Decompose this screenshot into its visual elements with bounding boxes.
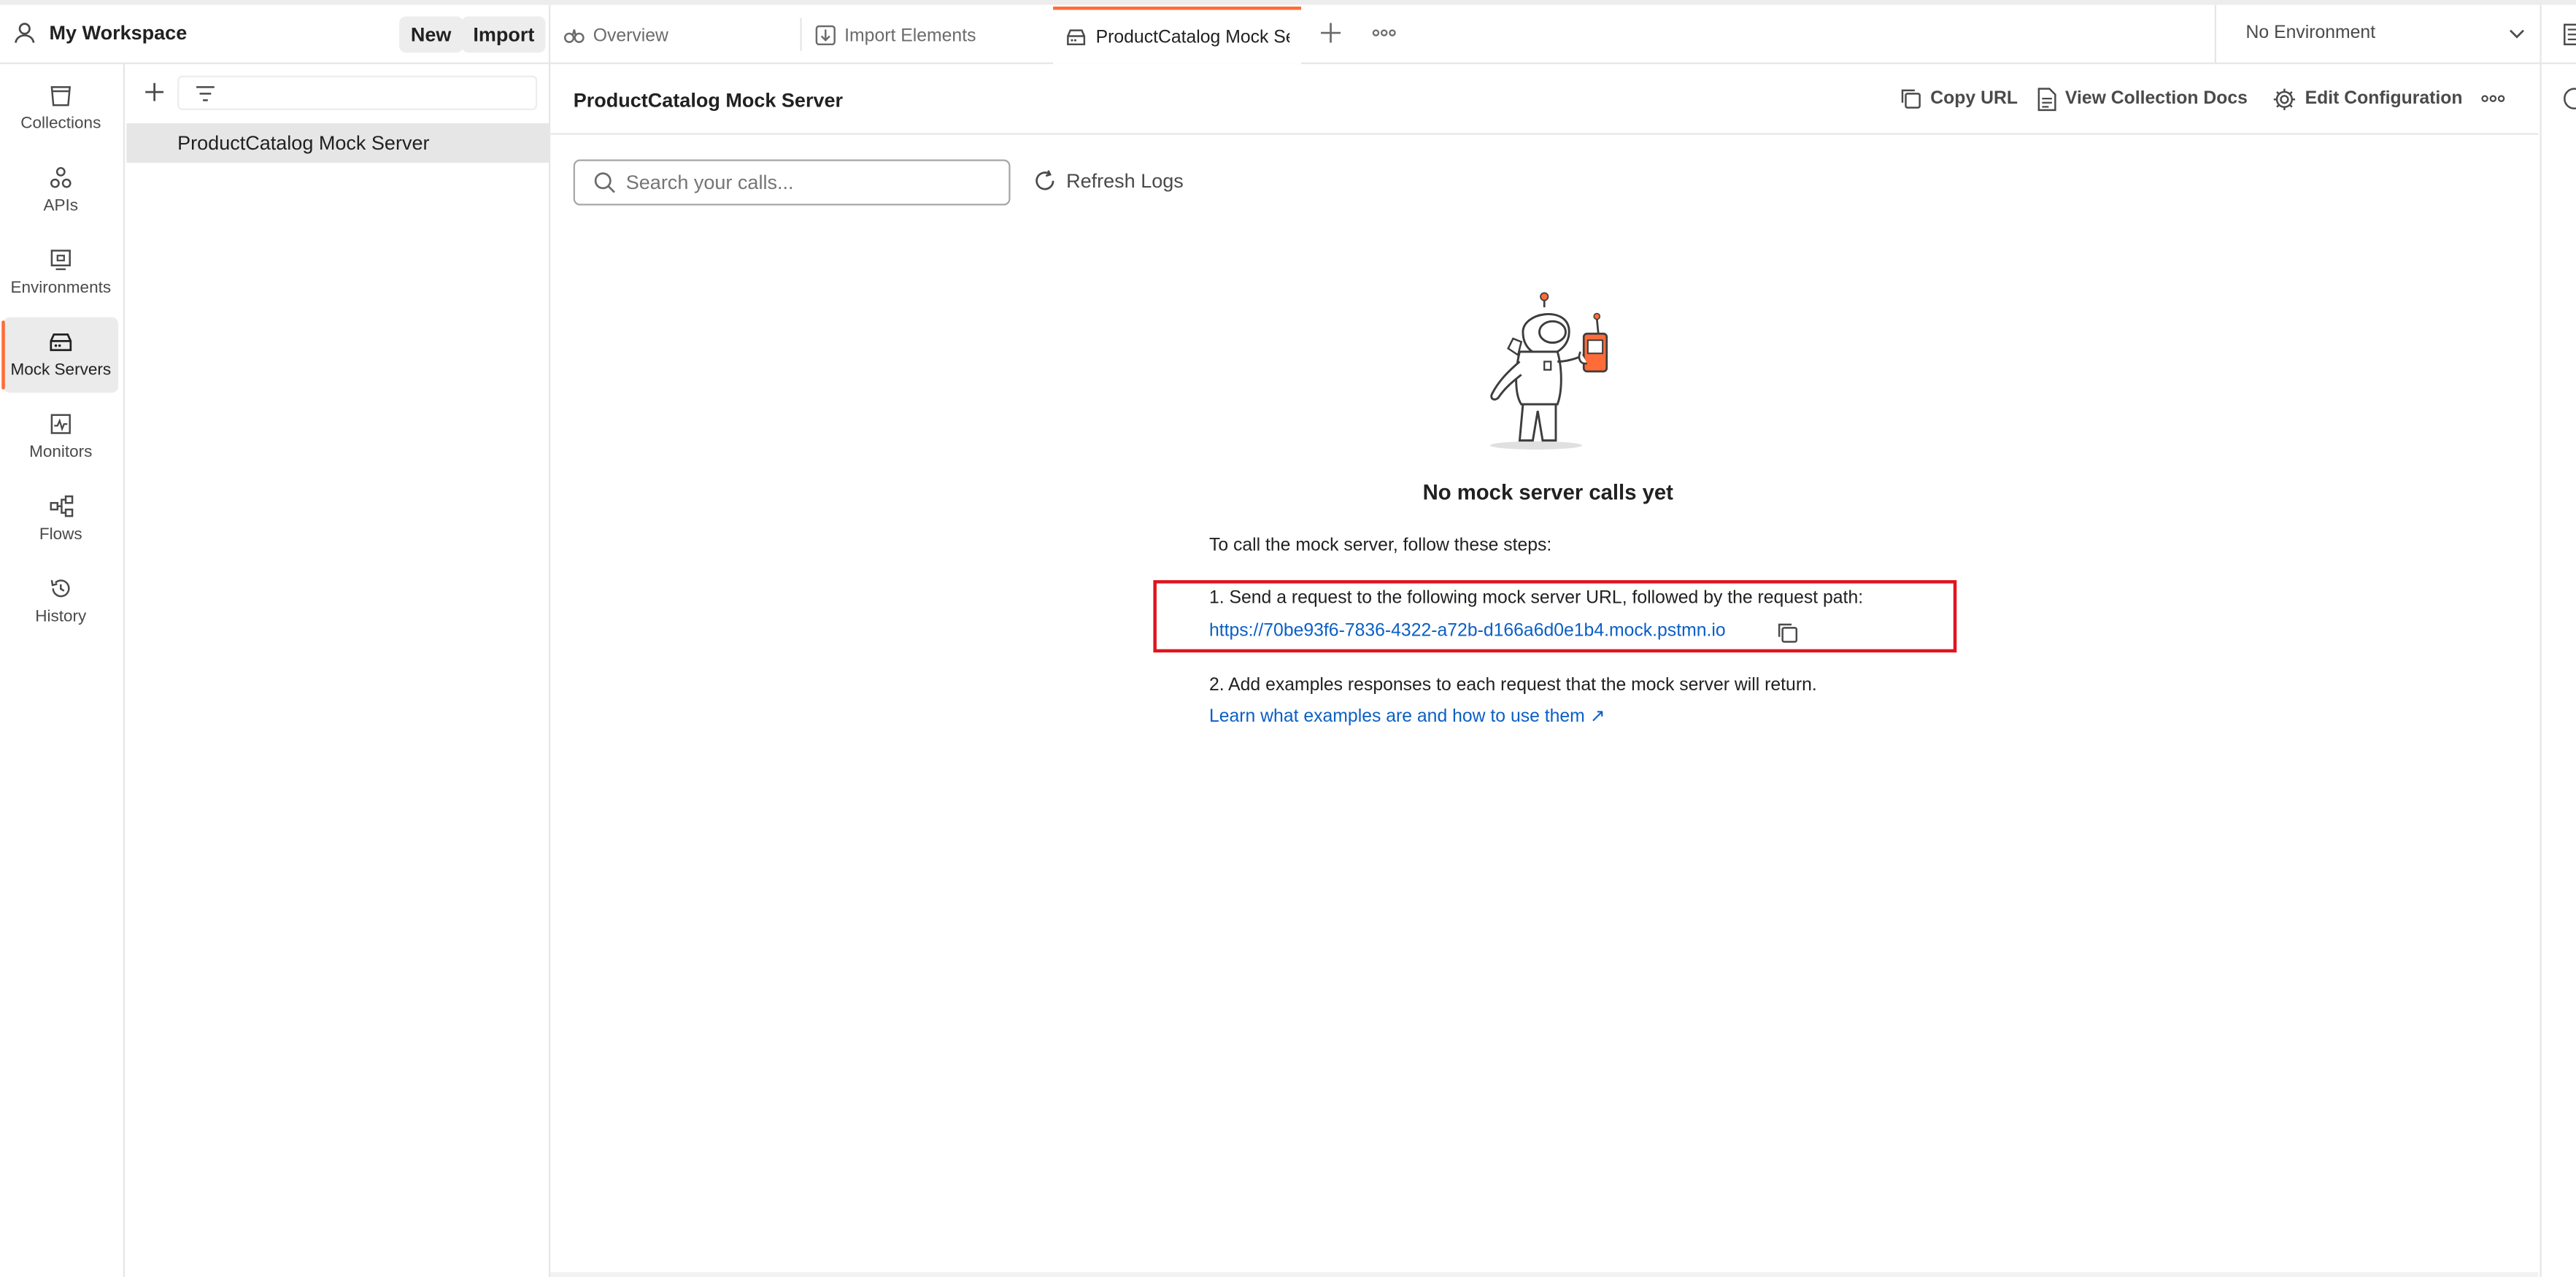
new-button[interactable]: New [399,16,463,53]
tab-label: Overview [593,25,668,45]
nav-item-flows[interactable]: Flows [4,482,119,558]
environment-label: No Environment [2245,23,2376,43]
nav-item-environments[interactable]: Environments [4,235,119,311]
divider [548,4,551,63]
refresh-logs-button[interactable]: Refresh Logs [1033,169,1184,193]
more-options-icon[interactable] [2480,93,2505,104]
nav-label: APIs [43,197,79,216]
sidebar-item-productcatalog-mock-server[interactable]: ProductCatalog Mock Server [126,123,549,163]
nav-label: History [35,608,87,627]
edit-configuration-button[interactable]: Edit Configuration [2272,64,2463,134]
step-2-text: 2. Add examples responses to each reques… [1208,675,1817,695]
info-icon[interactable] [2561,87,2576,110]
chevron-down-icon [2509,28,2526,39]
history-icon [50,577,73,601]
nav-item-history[interactable]: History [4,564,119,640]
mock-servers-icon [47,331,74,352]
edit-config-label: Edit Configuration [2305,88,2463,109]
copy-icon [1900,87,1923,110]
import-icon [815,25,836,46]
nav-label: Collections [20,115,101,134]
empty-state-heading: No mock server calls yet [1422,479,1673,505]
right-panel-divider [2540,4,2542,1277]
astronaut-illustration [1476,289,1613,450]
search-input[interactable] [625,167,996,198]
flows-icon [48,495,73,518]
environment-selector[interactable]: No Environment [2216,5,2540,63]
environments-icon [50,248,73,271]
sidebar-search-input[interactable] [177,75,538,110]
user-icon [13,21,36,45]
more-tabs-icon[interactable] [1372,28,1397,38]
step-1-text: 1. Send a request to the following mock … [1208,588,1864,609]
copy-url-label: Copy URL [1930,88,2018,109]
tab-label: Import Elements [844,25,976,45]
nav-label: Mock Servers [10,360,112,379]
refresh-label: Refresh Logs [1066,169,1184,193]
import-button[interactable]: Import [461,16,547,53]
copy-url-icon[interactable] [1776,621,1800,644]
new-tab-icon[interactable] [1319,21,1343,45]
nav-item-mock-servers[interactable]: Mock Servers [1,317,119,393]
add-icon[interactable] [144,82,164,102]
nav-item-monitors[interactable]: Monitors [4,399,119,475]
nav-item-apis[interactable]: APIs [4,153,119,228]
learn-examples-link[interactable]: Learn what examples are and how to use t… [1209,705,1605,726]
empty-state-intro: To call the mock server, follow these st… [1208,536,1552,556]
tab-import-elements[interactable]: Import Elements [803,7,1050,64]
search-icon [593,171,617,194]
refresh-icon [1033,169,1057,193]
overview-icon [563,26,585,45]
nav-label: Environments [10,279,112,298]
document-icon [2037,86,2057,111]
bottom-edge [550,1272,2539,1277]
view-docs-label: View Collection Docs [2064,88,2248,109]
nav-item-collections[interactable]: Collections [4,71,119,147]
search-calls-field[interactable] [573,159,1011,206]
copy-url-button[interactable]: Copy URL [1900,64,2018,134]
tab-overview[interactable]: Overview [552,7,798,64]
nav-label: Flows [39,525,82,544]
sidebar-item-label: ProductCatalog Mock Server [177,131,430,155]
monitors-icon [50,412,73,436]
apis-icon [50,166,73,189]
nav-label: Monitors [29,444,93,462]
tab-productcatalog-mock-server[interactable]: ProductCatalog Mock Ser [1053,7,1302,64]
documentation-icon[interactable] [2563,23,2576,47]
tab-label: ProductCatalog Mock Ser [1095,27,1290,47]
collections-icon [50,84,73,107]
page-title: ProductCatalog Mock Server [573,88,844,112]
tab-divider [800,18,802,51]
filter-icon[interactable] [196,85,215,102]
view-collection-docs-button[interactable]: View Collection Docs [2037,64,2248,134]
sidebar [125,63,551,1277]
gear-icon [2272,86,2297,111]
mock-server-url-link[interactable]: https://70be93f6-7836-4322-a72b-d166a6d0… [1209,621,1726,641]
mock-server-icon [1065,27,1088,47]
workspace-name[interactable]: My Workspace [50,21,188,45]
